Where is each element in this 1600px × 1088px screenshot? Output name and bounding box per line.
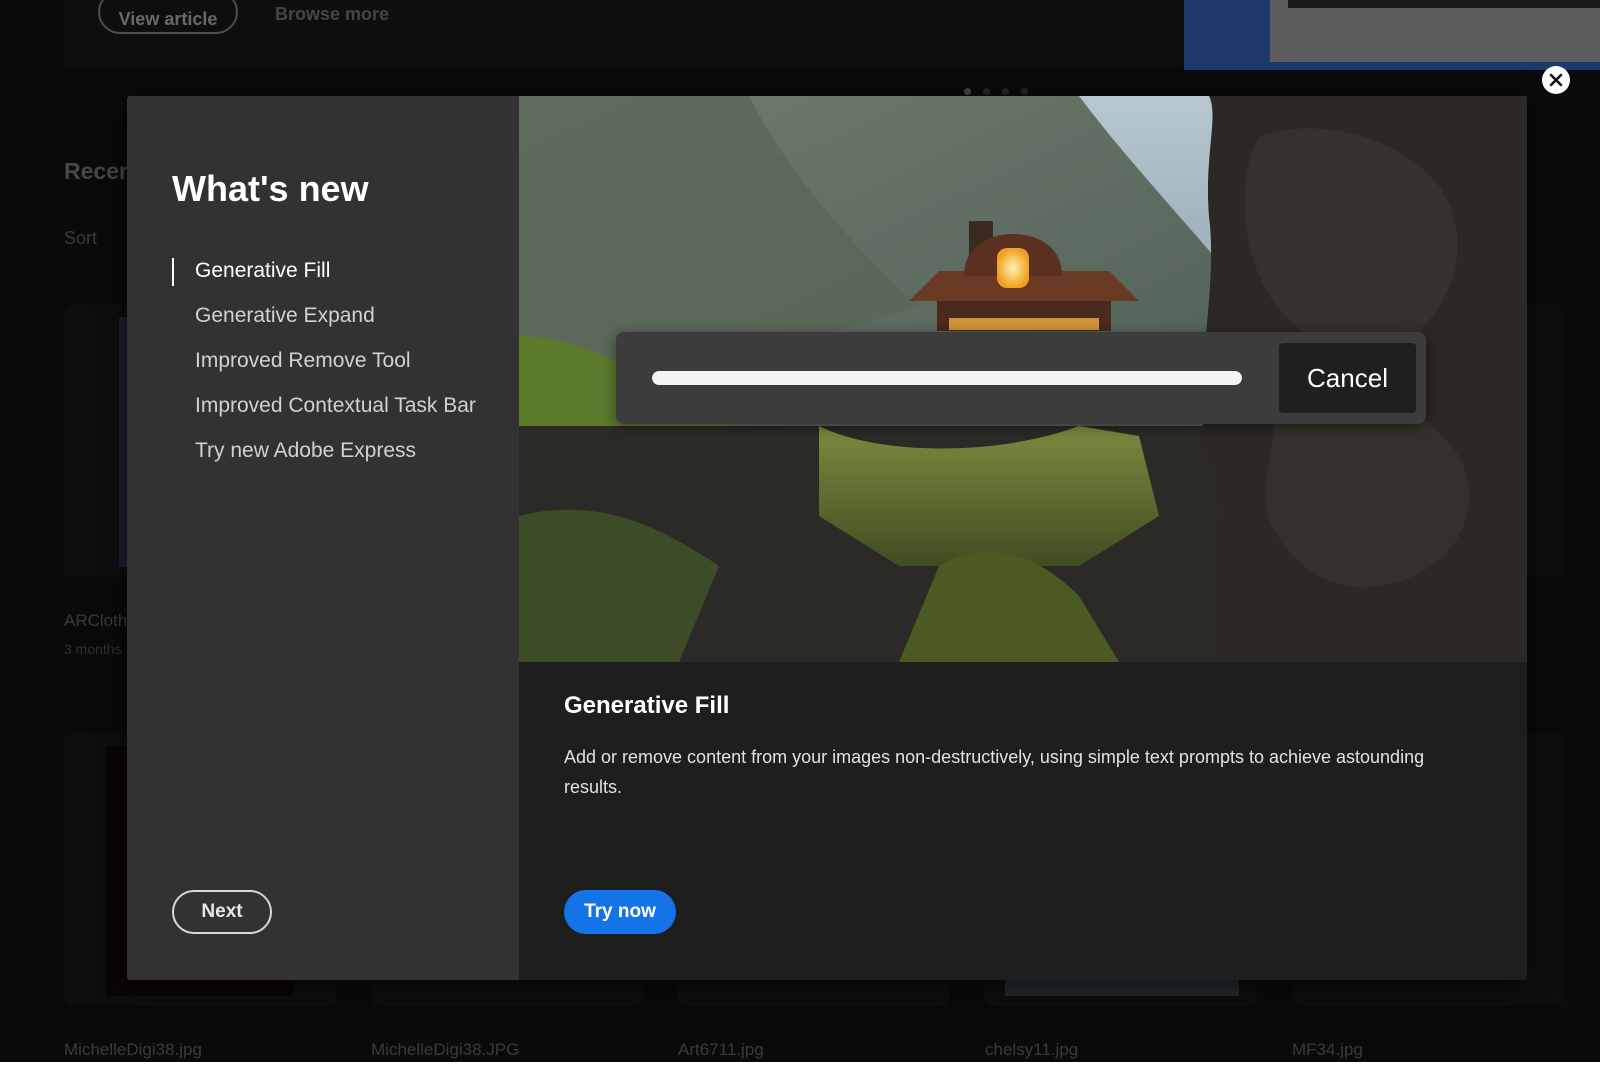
cancel-button[interactable]: Cancel (1279, 343, 1416, 413)
progress-bar-fill (652, 371, 1242, 385)
feature-description: Add or remove content from your images n… (564, 747, 1425, 797)
close-icon (1549, 73, 1563, 87)
whats-new-dialog: What's new Generative Fill Generative Exp… (127, 96, 1527, 980)
next-button[interactable]: Next (172, 890, 272, 934)
feature-item-try-new-adobe-express[interactable]: Try new Adobe Express (172, 434, 476, 479)
feature-item-generative-expand[interactable]: Generative Expand (172, 299, 476, 344)
dialog-title: What's new (172, 168, 369, 209)
dialog-sidebar: What's new Generative Fill Generative Exp… (127, 96, 519, 980)
feature-item-generative-fill[interactable]: Generative Fill (172, 254, 476, 299)
progress-bar (652, 371, 1242, 385)
feature-list: Generative Fill Generative Expand Improved… (172, 254, 476, 479)
close-dialog-button[interactable] (1542, 66, 1570, 94)
dialog-content: Cancel Generative Fill Add or remove con… (519, 96, 1527, 980)
feature-item-improved-remove-tool[interactable]: Improved Remove Tool (172, 344, 476, 389)
generation-progress-panel: Cancel (616, 332, 1426, 424)
feature-title: Generative Fill (564, 692, 730, 719)
feature-detail: Generative Fill Add or remove content fr… (564, 692, 1444, 802)
feature-item-improved-contextual-task-bar[interactable]: Improved Contextual Task Bar (172, 389, 476, 434)
try-now-button[interactable]: Try now (564, 890, 676, 934)
